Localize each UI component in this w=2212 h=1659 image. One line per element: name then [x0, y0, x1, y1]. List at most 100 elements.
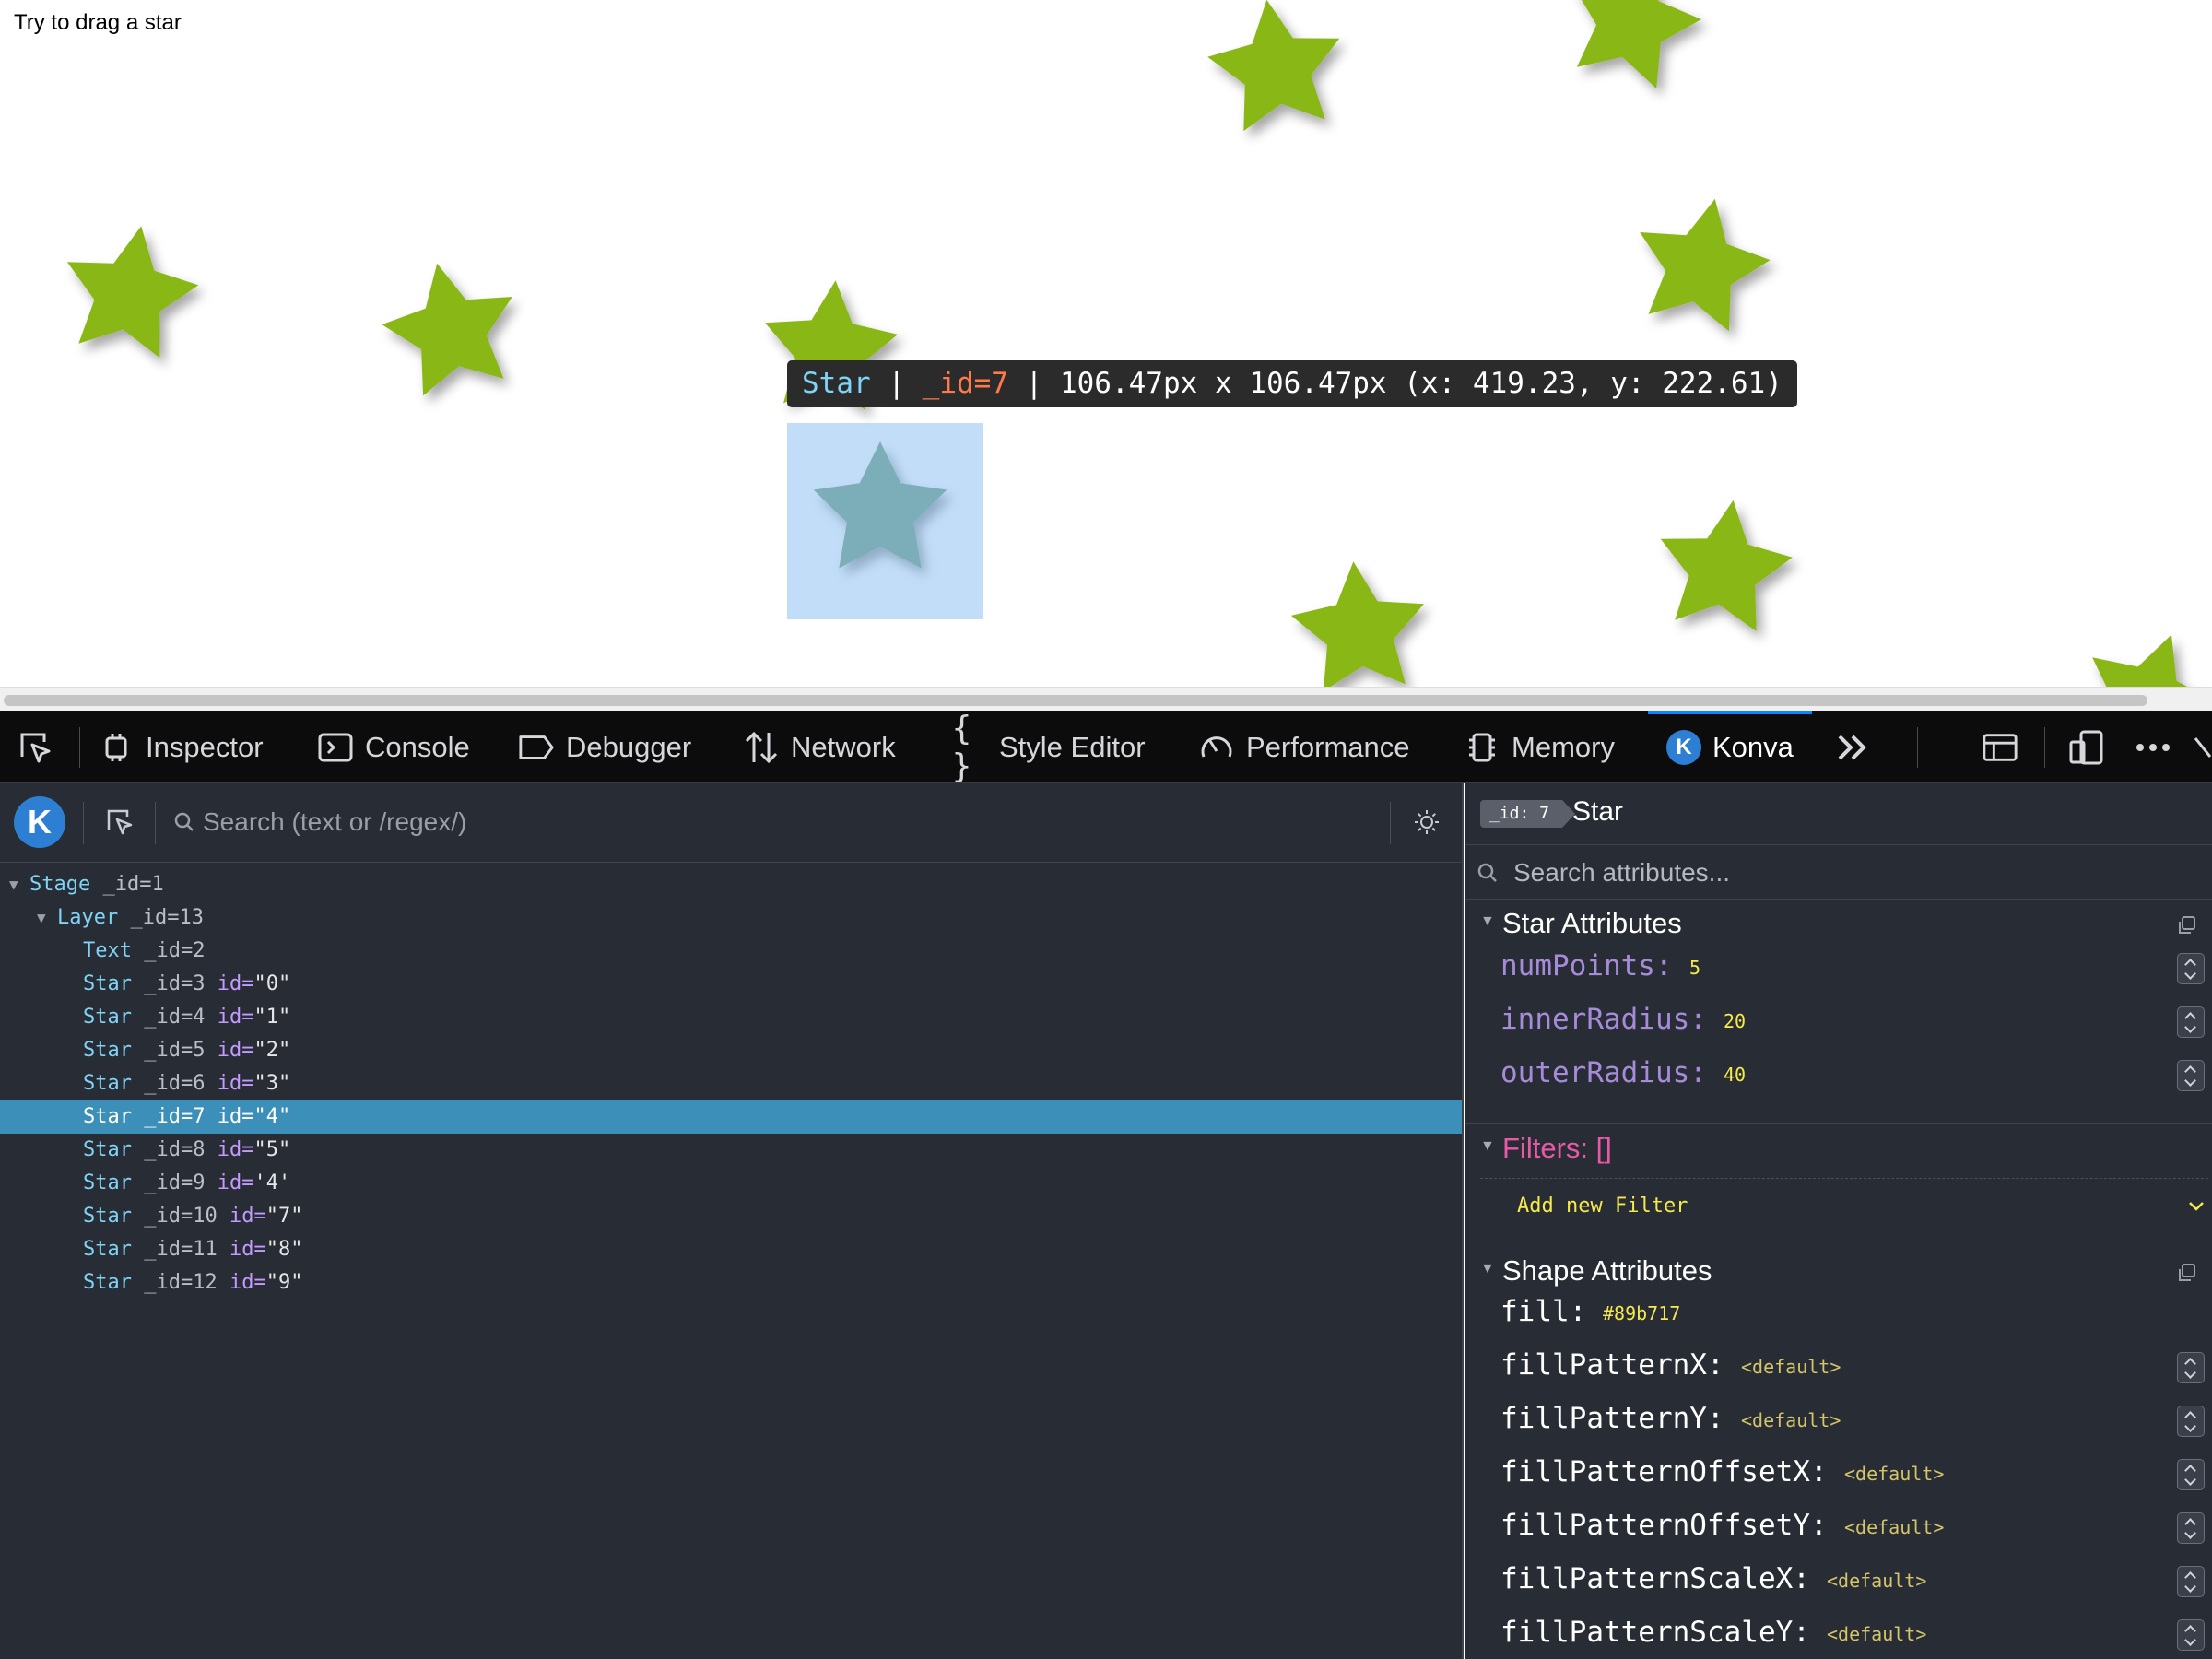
filters-header[interactable]: ▼ Filters: []: [1465, 1126, 2212, 1172]
attribute-row: outerRadius: 40: [1465, 1049, 2212, 1102]
draggable-star[interactable]: [382, 263, 512, 396]
tooltip-id: _id=7: [922, 367, 1008, 400]
attribute-value[interactable]: 5: [1689, 957, 1700, 979]
node-id-attr: id=: [229, 1271, 266, 1294]
number-stepper[interactable]: [2177, 953, 2205, 984]
performance-icon: [1198, 729, 1235, 766]
console-icon: [317, 729, 354, 766]
number-stepper[interactable]: [2177, 1060, 2205, 1091]
draggable-star[interactable]: [1640, 198, 1771, 332]
tree-node[interactable]: Star _id=9 id='4': [0, 1167, 1462, 1200]
copy-icon[interactable]: [2175, 914, 2197, 936]
header-divider: [1390, 802, 1391, 844]
expand-arrow-icon[interactable]: ▼: [9, 868, 18, 901]
attribute-value[interactable]: <default>: [1844, 1516, 1944, 1538]
select-shape-button[interactable]: [101, 804, 138, 841]
tree-node[interactable]: Star _id=8 id="5": [0, 1134, 1462, 1167]
attribute-value[interactable]: <default>: [1827, 1623, 1926, 1645]
search-icon: [174, 812, 194, 831]
responsive-design-button[interactable]: [2068, 711, 2105, 783]
node-id-attr: id=: [217, 1105, 254, 1128]
node-internal-id: _id=4: [144, 1006, 206, 1029]
attribute-value[interactable]: <default>: [1844, 1463, 1944, 1485]
node-internal-id: _id=2: [144, 939, 206, 962]
tree-node[interactable]: Star _id=4 id="1": [0, 1001, 1462, 1034]
node-id-attr: id=: [217, 1039, 254, 1062]
draggable-star[interactable]: [1572, 0, 1701, 88]
konva-canvas[interactable]: Try to drag a star Star | _id=7 | 106.47…: [0, 0, 2212, 687]
attributes-search: [1465, 844, 2212, 900]
inspector-icon: [98, 729, 135, 766]
tree-node[interactable]: Star _id=12 id="9": [0, 1266, 1462, 1300]
draggable-star[interactable]: [66, 226, 199, 359]
tab-console[interactable]: Console: [317, 711, 470, 783]
collapse-arrow-icon: ▼: [1480, 913, 1495, 929]
draggable-star[interactable]: [1290, 561, 1424, 687]
attributes-search-input[interactable]: [1513, 853, 2159, 893]
tree-node[interactable]: ▼ Layer _id=13: [0, 901, 1462, 935]
number-stepper[interactable]: [2177, 1352, 2205, 1383]
tree-node[interactable]: Star _id=7 id="4": [0, 1100, 1462, 1134]
attribute-row: innerRadius: 20: [1465, 995, 2212, 1049]
draggable-star[interactable]: [1207, 0, 1340, 132]
draggable-star[interactable]: [1660, 500, 1793, 632]
tree-node[interactable]: Star _id=10 id="7": [0, 1200, 1462, 1233]
tab-konva[interactable]: K Konva: [1648, 711, 1812, 783]
tab-style-editor[interactable]: { } Style Editor: [951, 710, 1146, 785]
tab-inspector[interactable]: Inspector: [98, 711, 264, 783]
tree-search-input[interactable]: [203, 802, 1364, 842]
attribute-row: fillPatternOffsetX: <default>: [1465, 1448, 2212, 1501]
close-devtools-button[interactable]: [2192, 711, 2212, 783]
attribute-value[interactable]: 40: [1724, 1064, 1746, 1086]
add-filter-select[interactable]: Add new Filter: [1517, 1189, 2205, 1230]
attribute-value[interactable]: <default>: [1827, 1570, 1926, 1592]
overflow-menu-button[interactable]: [2135, 711, 2171, 783]
close-icon: [2192, 729, 2212, 766]
tree-node[interactable]: Star _id=3 id="0": [0, 968, 1462, 1001]
tooltip-type: Star: [802, 367, 871, 400]
tab-debugger[interactable]: Debugger: [518, 711, 691, 783]
attribute-value[interactable]: #89b717: [1603, 1302, 1680, 1324]
number-stepper[interactable]: [2177, 1566, 2205, 1597]
responsive-design-icon: [2068, 729, 2105, 766]
copy-icon[interactable]: [2175, 1262, 2197, 1284]
tree-node[interactable]: Text _id=2: [0, 935, 1462, 968]
more-tools-button[interactable]: [1834, 711, 1871, 783]
node-id-value: "7": [265, 1205, 303, 1228]
tree-node[interactable]: Star _id=5 id="2": [0, 1034, 1462, 1067]
header-divider: [83, 802, 84, 844]
node-id-value: "1": [253, 1006, 291, 1029]
draggable-star[interactable]: [2089, 634, 2212, 687]
tab-network[interactable]: Network: [743, 711, 896, 783]
attribute-value[interactable]: 20: [1724, 1010, 1746, 1032]
konva-icon: K: [1666, 729, 1701, 765]
dock-toggle-button[interactable]: [1982, 711, 2018, 783]
tab-memory[interactable]: Memory: [1464, 711, 1615, 783]
tab-label: Performance: [1246, 730, 1410, 763]
number-stepper[interactable]: [2177, 1406, 2205, 1437]
scrollbar-thumb[interactable]: [4, 695, 2147, 706]
attribute-name: fillPatternOffsetX:: [1500, 1455, 1828, 1488]
number-stepper[interactable]: [2177, 1512, 2205, 1544]
devtools-toolbar: Inspector Console Debugger Network { } S…: [0, 710, 2212, 785]
horizontal-scrollbar[interactable]: [0, 687, 2212, 711]
node-internal-id: _id=11: [144, 1238, 218, 1261]
number-stepper[interactable]: [2177, 1006, 2205, 1038]
attribute-value[interactable]: <default>: [1741, 1356, 1841, 1378]
tree-node[interactable]: ▼ Stage _id=1: [0, 868, 1462, 901]
node-id-value: "3": [253, 1072, 291, 1095]
node-id-attr: id=: [217, 1138, 254, 1161]
attribute-value[interactable]: <default>: [1741, 1409, 1841, 1431]
number-stepper[interactable]: [2177, 1619, 2205, 1651]
tree-node[interactable]: Star _id=6 id="3": [0, 1067, 1462, 1100]
theme-toggle-button[interactable]: [1410, 806, 1443, 839]
tree-node[interactable]: Star _id=11 id="8": [0, 1233, 1462, 1266]
attributes-header: _id: 7 Star: [1465, 783, 2212, 844]
tab-performance[interactable]: Performance: [1198, 711, 1409, 783]
star-attributes-header[interactable]: ▼ Star Attributes: [1465, 901, 2212, 947]
node-type: Star: [83, 972, 132, 995]
element-picker-button[interactable]: [17, 711, 53, 783]
expand-arrow-icon[interactable]: ▼: [37, 901, 46, 935]
number-stepper[interactable]: [2177, 1459, 2205, 1490]
stars-layer: [66, 0, 2212, 687]
